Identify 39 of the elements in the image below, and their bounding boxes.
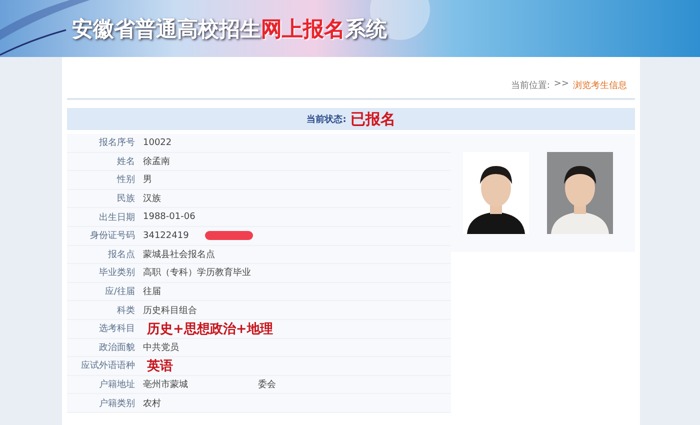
field-value: 中共党员 [143, 342, 179, 354]
breadcrumb-link[interactable]: 浏览考生信息 [573, 79, 627, 92]
field-label: 户籍地址 [98, 378, 136, 392]
field-value: 男 [143, 174, 152, 186]
field-label: 应/往届 [104, 286, 136, 298]
field-label: 身份证号码 [89, 230, 136, 242]
field-label: 报名序号 [98, 136, 136, 150]
redaction-mark [204, 231, 253, 240]
curve-line [0, 29, 66, 56]
field-value: 徐孟南 [143, 156, 170, 168]
field-value: 汉族 [143, 192, 161, 206]
field-value: 农村 [143, 398, 161, 410]
field-value: 英语 [147, 358, 173, 375]
field-value: 委会 [258, 378, 276, 392]
site-title: 安徽省普通高校招生网上报名系统 [72, 16, 387, 42]
breadcrumb-label: 当前位置: [510, 80, 550, 92]
field-label: 民族 [116, 192, 136, 206]
field-label: 应试外语语种 [80, 360, 136, 372]
field-label: 性别 [116, 174, 136, 186]
field-label: 姓名 [116, 156, 136, 168]
field-label: 政治面貌 [98, 342, 136, 354]
field-label: 毕业类别 [98, 266, 136, 280]
breadcrumb-separator: >> [554, 79, 569, 91]
field-value: 10022 [143, 138, 172, 148]
field-label: 报名点 [107, 248, 136, 261]
field-value: 亳州市蒙城 [143, 378, 188, 392]
field-value: 蒙城县社会报名点 [143, 248, 215, 261]
field-value: 34122419 [143, 230, 189, 241]
field-value: 历史科目组合 [143, 304, 197, 317]
field-label: 选考科目 [98, 322, 136, 336]
field-label: 户籍类别 [98, 398, 136, 410]
field-value: 高职（专科）学历教育毕业 [143, 266, 251, 280]
field-value: 往届 [143, 286, 161, 298]
status-label: 当前状态: [306, 113, 346, 126]
field-value: 历史+思想政治+地理 [147, 320, 273, 338]
field-value: 1988-01-06 [143, 212, 196, 222]
field-label: 出生日期 [98, 212, 136, 224]
status-value: 已报名 [350, 110, 396, 128]
field-label: 科类 [116, 304, 136, 317]
